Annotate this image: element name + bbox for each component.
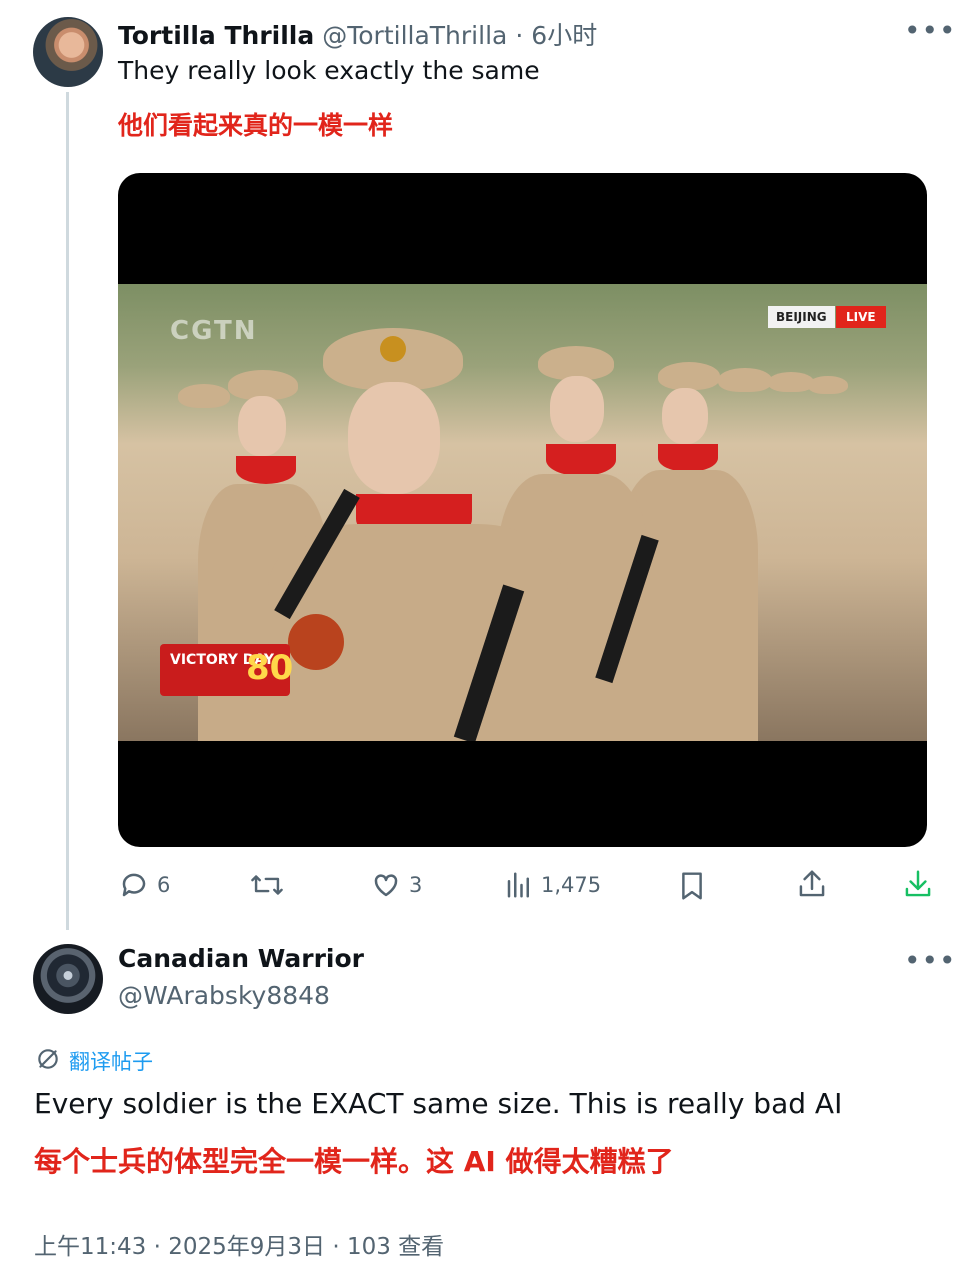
reply-icon: [119, 870, 149, 900]
reply-button[interactable]: 6: [119, 870, 170, 900]
location-tag: BEIJING: [768, 306, 835, 328]
post-text-translation: 每个士兵的体型完全一模一样。这 AI 做得太糟糕了: [34, 1145, 674, 1178]
post-meta: 上午11:43 · 2025年9月3日 · 103 查看: [34, 1234, 445, 1260]
separator: ·: [515, 21, 524, 50]
translate-post-link[interactable]: 翻译帖子: [35, 1046, 153, 1076]
download-button[interactable]: [903, 868, 933, 900]
post-text: Every soldier is the EXACT same size. Th…: [34, 1087, 843, 1120]
post-header: Tortilla Thrilla @TortillaThrilla · 6小时: [118, 16, 597, 52]
more-icon[interactable]: •••: [904, 14, 957, 47]
translate-label: 翻译帖子: [69, 1050, 153, 1074]
more-icon[interactable]: •••: [904, 944, 957, 977]
views-icon: [505, 870, 533, 900]
video-watermark: CGTN: [170, 316, 258, 346]
victory-day-logo: VICTORY DAY 80: [160, 644, 293, 696]
share-button[interactable]: [797, 868, 827, 900]
like-button[interactable]: 3: [371, 870, 422, 900]
share-icon: [797, 868, 827, 900]
author-handle[interactable]: @TortillaThrilla: [322, 21, 507, 50]
avatar[interactable]: [33, 17, 103, 87]
reply-count: 6: [157, 873, 171, 897]
bookmark-icon: [678, 870, 706, 902]
thread-line: [66, 92, 69, 930]
heart-icon: [371, 870, 401, 900]
translate-icon: [35, 1046, 61, 1076]
like-count: 3: [409, 873, 423, 897]
views-button[interactable]: 1,475: [505, 870, 601, 900]
repost-button[interactable]: [250, 870, 292, 900]
author-name[interactable]: Canadian Warrior: [118, 944, 364, 973]
post-text: They really look exactly the same: [118, 56, 540, 85]
video-player[interactable]: CGTN BEIJING LIVE VICTORY DAY 80: [118, 173, 927, 847]
post-time[interactable]: 6小时: [531, 16, 597, 52]
video-frame: CGTN BEIJING LIVE VICTORY DAY 80: [118, 284, 927, 741]
download-icon: [903, 868, 933, 900]
live-tag: LIVE: [836, 306, 886, 328]
bookmark-button[interactable]: [678, 870, 706, 902]
post-text-translation: 他们看起来真的一模一样: [118, 111, 394, 140]
author-name[interactable]: Tortilla Thrilla: [118, 21, 314, 50]
views-count: 1,475: [541, 873, 602, 897]
author-handle[interactable]: @WArabsky8848: [118, 981, 330, 1010]
repost-icon: [250, 870, 284, 900]
avatar[interactable]: [33, 944, 103, 1014]
